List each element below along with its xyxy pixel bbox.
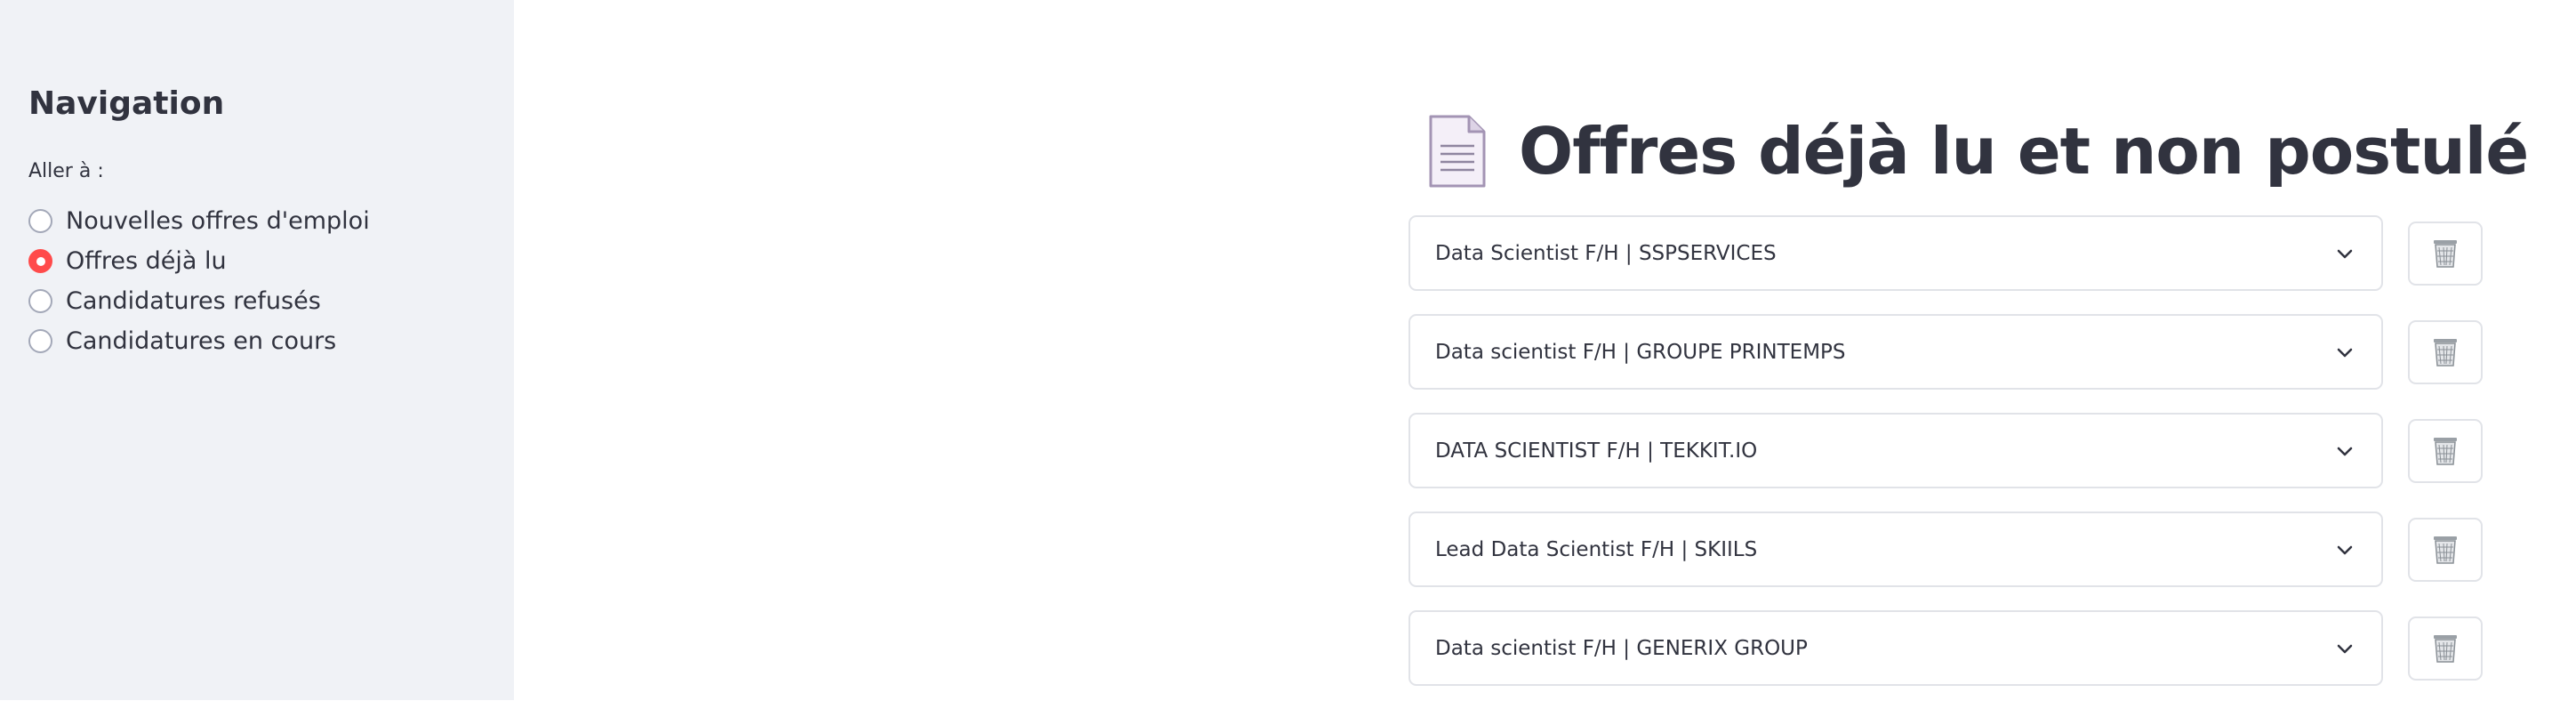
radio-button-selected[interactable] — [28, 249, 52, 273]
delete-button[interactable] — [2408, 616, 2483, 681]
page-header: Offres déjà lu et non postulé — [1428, 100, 2529, 203]
radio-option-candidatures-en-cours[interactable]: Candidatures en cours — [28, 321, 370, 361]
chevron-down-icon — [2337, 447, 2353, 455]
radio-group-label: Aller à : — [28, 160, 104, 182]
offer-expander[interactable]: Data Scientist F/H | SSPSERVICES — [1408, 215, 2383, 291]
radio-option-label: Candidatures en cours — [66, 327, 337, 355]
offers-list: Data Scientist F/H | SSPSERVICES Data sc… — [1408, 215, 2483, 709]
list-item: Lead Data Scientist F/H | SKIILS — [1408, 512, 2483, 587]
radio-option-label: Candidatures refusés — [66, 287, 321, 315]
chevron-down-icon — [2337, 545, 2353, 554]
offer-title: Data scientist F/H | GROUPE PRINTEMPS — [1435, 340, 1846, 364]
radio-button[interactable] — [28, 209, 52, 233]
radio-button[interactable] — [28, 289, 52, 313]
list-item: DATA SCIENTIST F/H | TEKKIT.IO — [1408, 413, 2483, 488]
offer-title: Data scientist F/H | GENERIX GROUP — [1435, 636, 1808, 660]
radio-option-nouvelles-offres[interactable]: Nouvelles offres d'emploi — [28, 201, 370, 241]
delete-button[interactable] — [2408, 221, 2483, 286]
navigation-radio-group: Nouvelles offres d'emploi Offres déjà lu… — [28, 201, 370, 361]
offer-expander[interactable]: Data scientist F/H | GENERIX GROUP — [1408, 610, 2383, 686]
wastebasket-icon — [2434, 536, 2457, 564]
sidebar-title: Navigation — [28, 85, 225, 122]
list-item: Data Scientist F/H | SSPSERVICES — [1408, 215, 2483, 291]
page-title: Offres déjà lu et non postulé — [1519, 114, 2529, 189]
offer-expander[interactable]: Data scientist F/H | GROUPE PRINTEMPS — [1408, 314, 2383, 390]
chevron-down-icon — [2337, 249, 2353, 258]
chevron-down-icon — [2337, 644, 2353, 653]
radio-option-offres-deja-lu[interactable]: Offres déjà lu — [28, 241, 370, 281]
offer-title: DATA SCIENTIST F/H | TEKKIT.IO — [1435, 439, 1758, 463]
radio-option-label: Nouvelles offres d'emploi — [66, 207, 370, 235]
page-facing-up-icon — [1429, 115, 1486, 188]
wastebasket-icon — [2434, 634, 2457, 663]
offer-title: Data Scientist F/H | SSPSERVICES — [1435, 241, 1777, 265]
wastebasket-icon — [2434, 338, 2457, 367]
wastebasket-icon — [2434, 239, 2457, 268]
delete-button[interactable] — [2408, 319, 2483, 384]
offer-title: Lead Data Scientist F/H | SKIILS — [1435, 537, 1758, 561]
radio-button[interactable] — [28, 329, 52, 353]
wastebasket-icon — [2434, 437, 2457, 465]
sidebar: Navigation Aller à : Nouvelles offres d'… — [0, 0, 514, 700]
radio-option-label: Offres déjà lu — [66, 247, 227, 275]
list-item: Data scientist F/H | GROUPE PRINTEMPS — [1408, 314, 2483, 390]
list-item: Data scientist F/H | GENERIX GROUP — [1408, 610, 2483, 686]
chevron-down-icon — [2337, 348, 2353, 357]
delete-button[interactable] — [2408, 517, 2483, 582]
offer-expander[interactable]: Lead Data Scientist F/H | SKIILS — [1408, 512, 2383, 587]
offer-expander[interactable]: DATA SCIENTIST F/H | TEKKIT.IO — [1408, 413, 2383, 488]
delete-button[interactable] — [2408, 418, 2483, 483]
radio-option-candidatures-refuses[interactable]: Candidatures refusés — [28, 281, 370, 321]
